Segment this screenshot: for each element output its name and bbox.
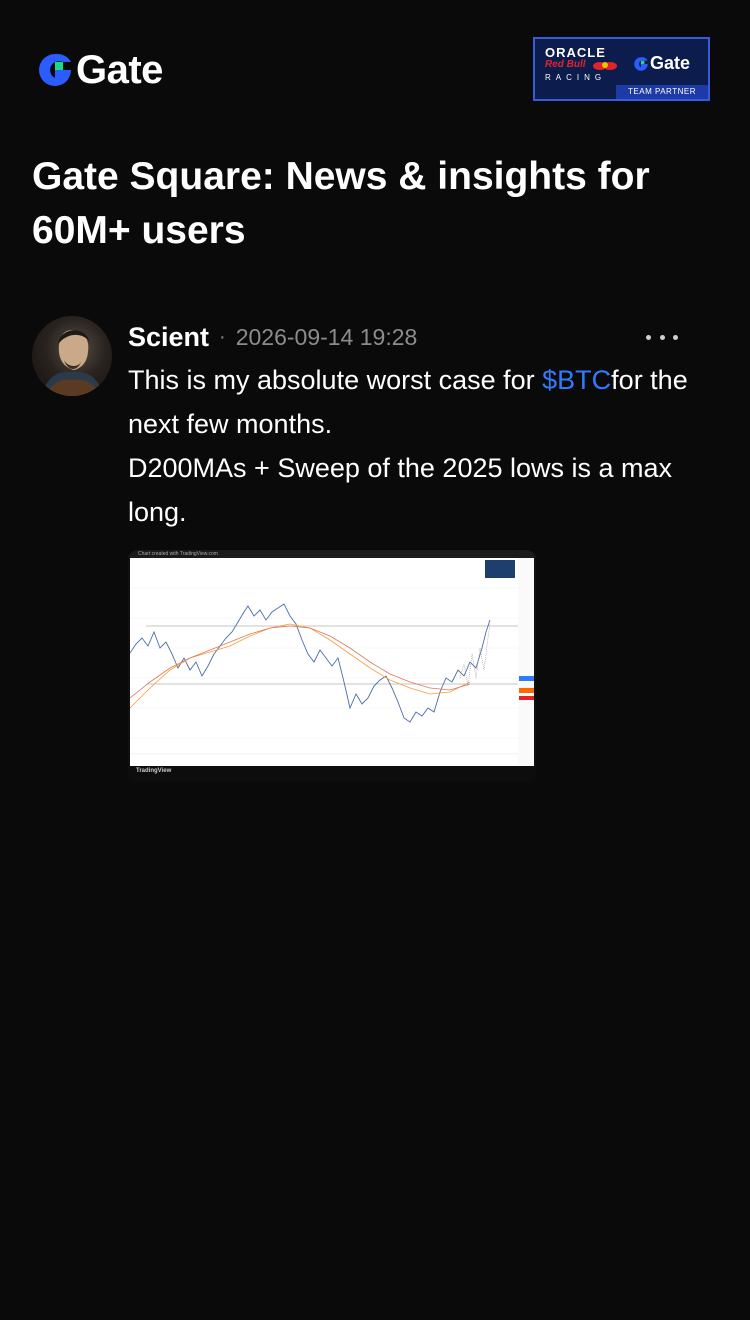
chart-image-caption: Chart created with TradingView.com: [138, 551, 218, 557]
page-title: Gate Square: News & insights for 60M+ us…: [32, 155, 650, 252]
post-header: Scient · 2026-09-14 19:28: [128, 320, 417, 354]
gate-logo-icon: [634, 56, 648, 71]
post-text-intro: This is my absolute worst case for: [128, 365, 543, 395]
gate-logo[interactable]: Gate: [36, 48, 163, 92]
team-partner-badge: TEAM PARTNER: [616, 85, 708, 99]
racing-wordmark: RACING: [545, 73, 607, 82]
post-image[interactable]: Chart created with TradingView.com Tradi…: [128, 550, 536, 782]
post-text: This is my absolute worst case for $BTCf…: [128, 358, 718, 534]
post-text-line2: D200MAs + Sweep of the 2025 lows is a ma…: [128, 453, 673, 527]
partner-gate-name: Gate: [650, 53, 691, 73]
post-timestamp: 2026-09-14 19:28: [235, 323, 418, 350]
oracle-wordmark: ORACLE: [545, 45, 606, 60]
partner-gate-logo: Gate: [633, 53, 690, 74]
redbull-icon: [593, 62, 617, 70]
author-name[interactable]: Scient: [128, 322, 209, 353]
avatar-image: [42, 330, 104, 396]
chart-image-topbar: Chart created with TradingView.com: [128, 550, 536, 558]
avatar[interactable]: [32, 316, 112, 396]
top-bar: Gate ORACLE Red Bull RACING Gate TEAM PA…: [0, 0, 750, 140]
redbull-wordmark: Red Bull: [545, 59, 586, 70]
gate-logo-icon: [39, 53, 71, 86]
meta-separator: ·: [219, 325, 226, 348]
more-dots-icon[interactable]: [646, 320, 678, 354]
team-partner-banner[interactable]: ORACLE Red Bull RACING Gate TEAM PARTNER: [533, 37, 710, 101]
brand-name: Gate: [76, 48, 163, 92]
chart-image-footer: TradingView: [128, 766, 536, 782]
price-chart-image: [130, 558, 534, 766]
ticker-link[interactable]: $BTC: [542, 365, 611, 395]
tradingview-label: TradingView: [136, 768, 172, 774]
